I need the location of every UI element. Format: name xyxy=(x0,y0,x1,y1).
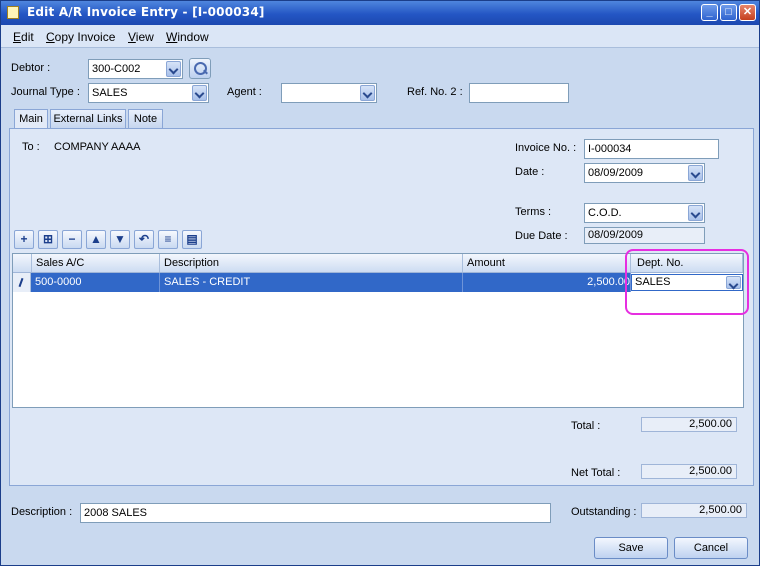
tab-external-links[interactable]: External Links xyxy=(50,109,126,128)
agent-label: Agent : xyxy=(227,86,262,98)
menu-window[interactable]: Window xyxy=(166,30,209,44)
invoice-no-input[interactable]: I-000034 xyxy=(584,139,719,159)
date-value: 08/09/2009 xyxy=(588,167,644,179)
outstanding-label: Outstanding : xyxy=(571,506,637,518)
cell-amount[interactable]: 2,500.00 xyxy=(463,273,631,292)
grid-corner xyxy=(13,254,32,272)
date-dropdown-icon[interactable] xyxy=(688,165,703,181)
window-title: Edit A/R Invoice Entry - [I-000034] xyxy=(27,5,265,19)
outstanding-value: 2,500.00 xyxy=(641,503,747,518)
journal-type-value: SALES xyxy=(92,87,128,99)
menu-edit-label: dit xyxy=(21,30,34,44)
tab-main[interactable]: Main xyxy=(14,109,48,129)
edit-row-icon xyxy=(13,273,31,292)
menu-copy-invoice-label: opy Invoice xyxy=(54,30,116,44)
journal-type-dropdown-icon[interactable] xyxy=(192,85,207,101)
ref-no-2-input[interactable] xyxy=(469,83,569,103)
terms-label: Terms : xyxy=(515,206,552,218)
add-row-icon[interactable]: + xyxy=(14,230,34,249)
debtor-select[interactable]: 300-C002 xyxy=(88,59,183,79)
menu-view[interactable]: View xyxy=(128,30,154,44)
menu-copy-invoice-mnemonic: C xyxy=(46,30,55,44)
invoice-no-label: Invoice No. : xyxy=(515,142,577,154)
menu-view-label: iew xyxy=(135,30,154,44)
due-date-label: Due Date : xyxy=(515,230,568,242)
cell-sales-ac[interactable]: 500-0000 xyxy=(31,273,160,292)
cancel-button[interactable]: Cancel xyxy=(674,537,748,559)
insert-row-icon[interactable]: ⊞ xyxy=(38,230,58,249)
close-icon[interactable]: ✕ xyxy=(739,4,756,21)
delete-row-icon[interactable]: − xyxy=(62,230,82,249)
columns-icon[interactable]: ▤ xyxy=(182,230,202,249)
terms-select[interactable]: C.O.D. xyxy=(584,203,705,223)
undo-icon[interactable]: ↶ xyxy=(134,230,154,249)
menu-edit[interactable]: Edit xyxy=(13,30,34,44)
menu-window-mnemonic: W xyxy=(166,30,178,44)
col-amount[interactable]: Amount xyxy=(463,254,631,272)
total-value: 2,500.00 xyxy=(641,417,737,432)
date-label: Date : xyxy=(515,166,545,178)
journal-type-label: Journal Type : xyxy=(11,86,80,98)
journal-type-select[interactable]: SALES xyxy=(88,83,209,103)
invoice-window: Edit A/R Invoice Entry - [I-000034] _ □ … xyxy=(0,0,760,566)
app-icon xyxy=(7,6,19,19)
date-picker[interactable]: 08/09/2009 xyxy=(584,163,705,183)
menu-copy-invoice[interactable]: Copy Invoice xyxy=(46,30,115,44)
ref-no-2-label: Ref. No. 2 : xyxy=(407,86,463,98)
menu-edit-mnemonic: E xyxy=(13,30,22,44)
move-up-icon[interactable]: ▲ xyxy=(86,230,106,249)
debtor-dropdown-icon[interactable] xyxy=(166,61,181,77)
to-value: COMPANY AAAA xyxy=(54,141,141,153)
debtor-value: 300-C002 xyxy=(92,63,141,75)
agent-select[interactable] xyxy=(281,83,377,103)
description-input[interactable]: 2008 SALES xyxy=(80,503,551,523)
save-button[interactable]: Save xyxy=(594,537,668,559)
terms-value: C.O.D. xyxy=(588,207,622,219)
col-description[interactable]: Description xyxy=(160,254,463,272)
title-bar[interactable]: Edit A/R Invoice Entry - [I-000034] _ □ … xyxy=(1,1,759,25)
detail-icon[interactable]: ≡ xyxy=(158,230,178,249)
net-total-value: 2,500.00 xyxy=(641,464,737,479)
description-label: Description : xyxy=(11,506,73,518)
move-down-icon[interactable]: ▼ xyxy=(110,230,130,249)
menu-bar: Edit Copy Invoice View Window xyxy=(1,25,759,48)
menu-window-label: indow xyxy=(177,30,209,44)
dept-no-highlight xyxy=(625,249,749,315)
col-sales-ac[interactable]: Sales A/C xyxy=(32,254,160,272)
net-total-label: Net Total : xyxy=(571,467,621,479)
debtor-lookup-button[interactable] xyxy=(189,58,211,79)
agent-dropdown-icon[interactable] xyxy=(360,85,375,101)
debtor-label: Debtor : xyxy=(11,62,51,74)
cell-description[interactable]: SALES - CREDIT xyxy=(160,273,463,292)
minimize-icon[interactable]: _ xyxy=(701,4,718,21)
to-label: To : xyxy=(22,141,40,153)
tab-note[interactable]: Note xyxy=(128,109,163,128)
maximize-icon[interactable]: □ xyxy=(720,4,737,21)
terms-dropdown-icon[interactable] xyxy=(688,205,703,221)
menu-view-mnemonic: V xyxy=(128,30,136,44)
due-date-value: 08/09/2009 xyxy=(584,227,705,244)
total-label: Total : xyxy=(571,420,601,432)
